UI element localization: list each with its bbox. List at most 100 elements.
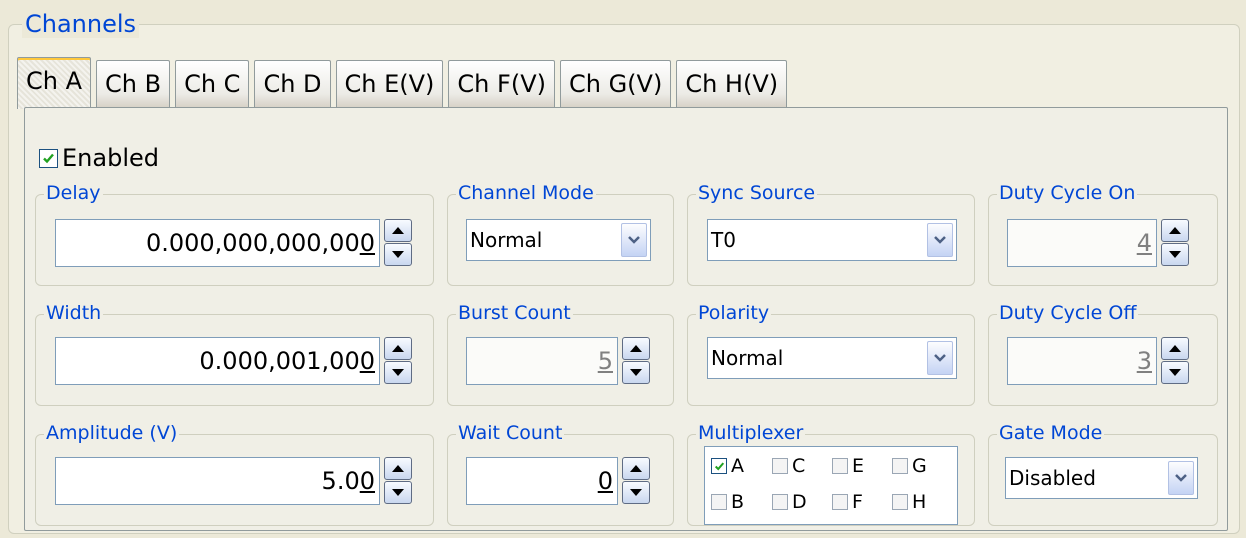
sync-source-title: Sync Source: [696, 182, 818, 204]
polarity-value: Normal: [711, 346, 784, 370]
mux-g-box[interactable]: [892, 458, 908, 474]
mux-a-checkbox[interactable]: A: [711, 455, 744, 477]
mux-d-box[interactable]: [772, 494, 788, 510]
mux-a-check-icon[interactable]: [711, 458, 727, 474]
mux-g-checkbox[interactable]: G: [892, 455, 927, 477]
mux-b-checkbox[interactable]: B: [711, 491, 744, 513]
chevron-down-icon: [934, 354, 946, 362]
arrow-up-icon: [1169, 227, 1181, 234]
tab-ch-f-v[interactable]: Ch F(V): [448, 60, 555, 108]
mux-c-box[interactable]: [772, 458, 788, 474]
polarity-select[interactable]: Normal: [707, 337, 957, 379]
width-down-button[interactable]: [384, 361, 412, 384]
amplitude-down-button[interactable]: [384, 481, 412, 504]
arrow-up-icon: [1169, 345, 1181, 352]
duty-cycle-off-spin-buttons: [1161, 337, 1189, 385]
mux-f-checkbox[interactable]: F: [832, 491, 863, 513]
duty-cycle-off-up-button[interactable]: [1161, 337, 1189, 360]
enabled-label: Enabled: [62, 144, 159, 172]
gate-mode-value: Disabled: [1009, 466, 1096, 490]
channel-a-panel: Enabled Delay 0.000,000,000,000 Width 0.…: [24, 107, 1228, 531]
tab-ch-h-v[interactable]: Ch H(V): [676, 60, 788, 108]
duty-cycle-on-up-button[interactable]: [1161, 219, 1189, 242]
width-spin-buttons: [384, 337, 412, 385]
delay-up-button[interactable]: [384, 219, 412, 242]
channel-mode-select[interactable]: Normal: [466, 219, 651, 261]
delay-input[interactable]: 0.000,000,000,000: [55, 219, 380, 267]
burst-count-title: Burst Count: [456, 302, 573, 324]
mux-d-checkbox[interactable]: D: [772, 491, 807, 513]
gate-mode-select[interactable]: Disabled: [1005, 457, 1198, 499]
wait-count-down-button[interactable]: [622, 481, 650, 504]
duty-cycle-off-input[interactable]: 3: [1007, 337, 1157, 385]
wait-count-up-button[interactable]: [622, 457, 650, 480]
polarity-dropdown-button[interactable]: [927, 341, 953, 375]
arrow-up-icon: [630, 465, 642, 472]
duty-cycle-on-spin-buttons: [1161, 219, 1189, 267]
width-up-button[interactable]: [384, 337, 412, 360]
amplitude-input[interactable]: 5.00: [55, 457, 380, 505]
duty-cycle-off-title: Duty Cycle Off: [997, 302, 1139, 324]
arrow-down-icon: [630, 369, 642, 376]
channel-mode-dropdown-button[interactable]: [621, 223, 647, 257]
arrow-down-icon: [392, 369, 404, 376]
chevron-down-icon: [1175, 474, 1187, 482]
sync-source-dropdown-button[interactable]: [927, 223, 953, 257]
amplitude-spin-buttons: [384, 457, 412, 505]
delay-spinbox: 0.000,000,000,000: [55, 219, 412, 267]
arrow-down-icon: [392, 251, 404, 258]
delay-spin-buttons: [384, 219, 412, 267]
tab-ch-b[interactable]: Ch B: [96, 60, 171, 108]
tab-ch-g-v[interactable]: Ch G(V): [559, 60, 672, 108]
gate-mode-title: Gate Mode: [997, 422, 1105, 444]
mux-c-checkbox[interactable]: C: [772, 455, 805, 477]
duty-cycle-off-spinbox: 3: [1007, 337, 1189, 385]
arrow-up-icon: [392, 465, 404, 472]
amplitude-title: Amplitude (V): [44, 422, 180, 444]
tab-ch-e-v[interactable]: Ch E(V): [335, 60, 444, 108]
sync-source-select[interactable]: T0: [707, 219, 957, 261]
tab-ch-c[interactable]: Ch C: [175, 60, 250, 108]
burst-count-spin-buttons: [622, 337, 650, 385]
mux-h-checkbox[interactable]: H: [892, 491, 926, 513]
burst-count-spinbox: 5: [466, 337, 650, 385]
wait-count-spin-buttons: [622, 457, 650, 505]
width-input[interactable]: 0.000,001,000: [55, 337, 380, 385]
burst-count-down-button[interactable]: [622, 361, 650, 384]
enabled-check-icon[interactable]: [39, 148, 58, 168]
arrow-up-icon: [630, 345, 642, 352]
mux-e-checkbox[interactable]: E: [832, 455, 864, 477]
enabled-checkbox[interactable]: Enabled: [39, 144, 159, 172]
arrow-down-icon: [630, 489, 642, 496]
width-spinbox: 0.000,001,000: [55, 337, 412, 385]
tab-ch-d[interactable]: Ch D: [254, 60, 331, 108]
arrow-down-icon: [1169, 251, 1181, 258]
channels-title: Channels: [22, 10, 140, 38]
wait-count-input[interactable]: 0: [466, 457, 618, 505]
mux-f-box[interactable]: [832, 494, 848, 510]
channel-mode-value: Normal: [470, 228, 543, 252]
amplitude-spinbox: 5.00: [55, 457, 412, 505]
burst-count-input[interactable]: 5: [466, 337, 618, 385]
mux-e-box[interactable]: [832, 458, 848, 474]
delay-title: Delay: [44, 182, 103, 204]
gate-mode-dropdown-button[interactable]: [1168, 461, 1194, 495]
duty-cycle-on-spinbox: 4: [1007, 219, 1189, 267]
delay-down-button[interactable]: [384, 243, 412, 266]
duty-cycle-on-down-button[interactable]: [1161, 243, 1189, 266]
mux-h-box[interactable]: [892, 494, 908, 510]
duty-cycle-on-title: Duty Cycle On: [997, 182, 1138, 204]
multiplexer-title: Multiplexer: [696, 422, 806, 444]
arrow-up-icon: [392, 345, 404, 352]
duty-cycle-off-down-button[interactable]: [1161, 361, 1189, 384]
tab-ch-a[interactable]: Ch A: [17, 57, 92, 109]
burst-count-up-button[interactable]: [622, 337, 650, 360]
multiplexer-list: A C E G B D F H: [704, 446, 958, 525]
duty-cycle-on-input[interactable]: 4: [1007, 219, 1157, 267]
amplitude-up-button[interactable]: [384, 457, 412, 480]
mux-b-box[interactable]: [711, 494, 727, 510]
arrow-up-icon: [392, 227, 404, 234]
wait-count-spinbox: 0: [466, 457, 650, 505]
arrow-down-icon: [392, 489, 404, 496]
arrow-down-icon: [1169, 369, 1181, 376]
